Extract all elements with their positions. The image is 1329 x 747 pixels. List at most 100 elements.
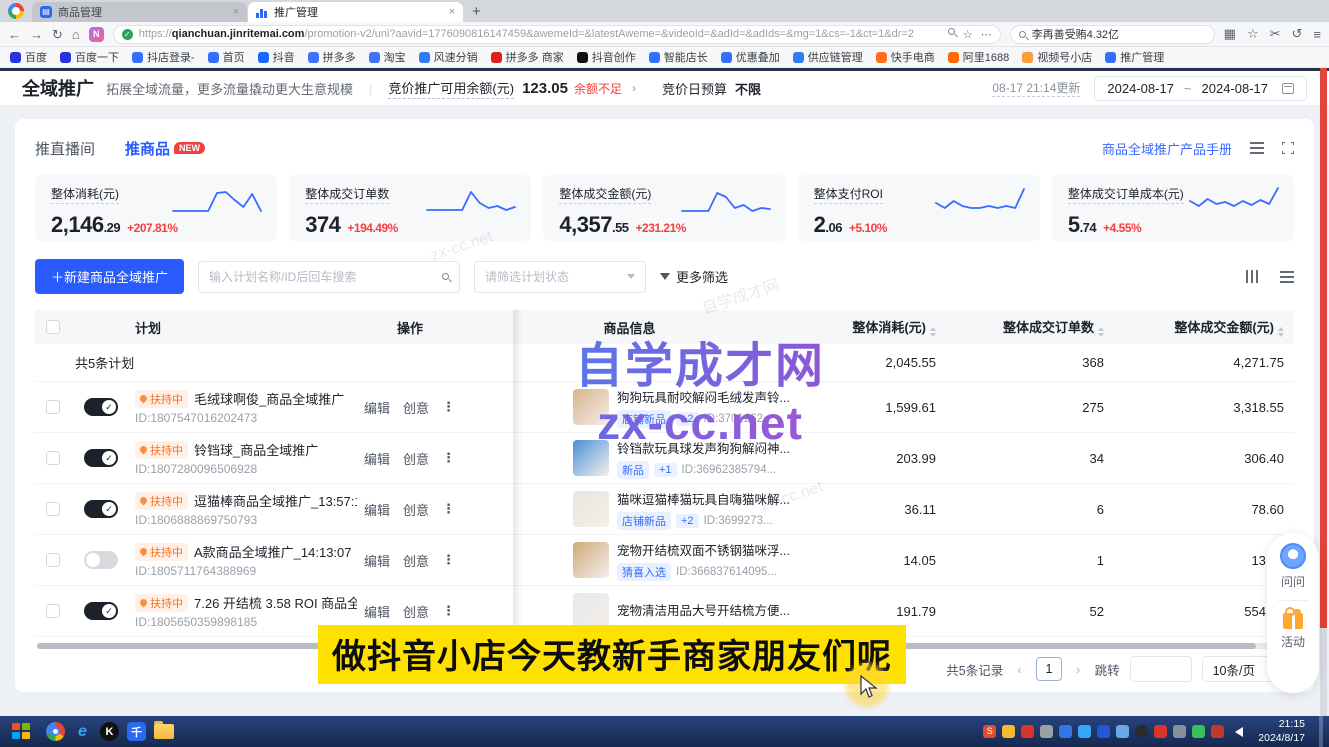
ask-label[interactable]: 问问 (1281, 573, 1305, 590)
row-toggle[interactable] (84, 551, 118, 569)
product-title[interactable]: 猫咪逗猫棒猫玩具自嗨猫咪解... (617, 489, 790, 508)
bookmark-item[interactable]: 推广管理 (1105, 49, 1164, 65)
tab-products[interactable]: 推商品NEW (125, 138, 205, 159)
header-spend[interactable]: 整体消耗(元) (800, 317, 940, 337)
gift-icon[interactable] (1283, 613, 1303, 629)
taskbar-folder-icon[interactable] (154, 724, 174, 739)
taskbar-chrome-icon[interactable] (46, 722, 65, 741)
tray-icon[interactable] (1078, 725, 1091, 738)
more-actions-icon[interactable]: ⋮ (442, 501, 456, 517)
browser-tab-2[interactable]: 推广管理 × (248, 2, 463, 22)
creative-action[interactable]: 创意 (403, 449, 429, 468)
tray-icon[interactable] (1192, 725, 1205, 738)
product-thumbnail[interactable] (573, 542, 609, 578)
product-manual-link[interactable]: 商品全域推广产品手册 (1102, 139, 1232, 158)
plan-search-input[interactable]: 输入计划名称/ID后回车搜索 (198, 261, 460, 293)
taskbar-quark-icon[interactable]: K (100, 722, 119, 741)
browser-tab-1[interactable]: ▤ 商品管理 × (32, 2, 247, 22)
tray-icon[interactable] (1173, 725, 1186, 738)
home-icon[interactable]: ⌂ (72, 28, 80, 41)
more-actions-icon[interactable]: ⋮ (442, 603, 456, 619)
balance-chevron-icon[interactable]: › (632, 81, 636, 95)
row-toggle[interactable]: ✓ (84, 398, 118, 416)
start-button[interactable] (12, 723, 32, 741)
sort-icon[interactable] (1278, 327, 1284, 337)
url-bar[interactable]: ✓ https://qianchuan.jinritemai.com/promo… (113, 25, 1001, 44)
edit-action[interactable]: 编辑 (364, 500, 390, 519)
plan-name[interactable]: 逗猫棒商品全域推广_13:57:17 (194, 491, 357, 510)
bookmark-item[interactable]: 风速分销 (419, 49, 478, 65)
product-thumbnail[interactable] (573, 491, 609, 527)
create-campaign-button[interactable]: ＋新建商品全域推广 (35, 259, 184, 294)
more-actions-icon[interactable]: ⋮ (442, 399, 456, 415)
date-range-picker[interactable]: 2024-08-17 ~ 2024-08-17 (1094, 76, 1307, 101)
taskbar-ie-icon[interactable]: e (73, 722, 92, 741)
edit-action[interactable]: 编辑 (364, 449, 390, 468)
tab1-close-icon[interactable]: × (233, 6, 239, 18)
bookmark-item[interactable]: 智能店长 (649, 49, 708, 65)
url-more-icon[interactable]: ⋯ (981, 28, 992, 41)
prev-page-button[interactable]: ‹ (1013, 661, 1026, 677)
select-all-checkbox[interactable] (46, 320, 60, 334)
bookmark-item[interactable]: 阿里1688 (948, 49, 1009, 65)
bookmark-star-icon[interactable]: ☆ (963, 28, 973, 41)
apps-grid-icon[interactable]: ▦ (1224, 26, 1236, 42)
row-toggle[interactable]: ✓ (84, 449, 118, 467)
tray-icon[interactable] (1021, 725, 1034, 738)
row-checkbox[interactable] (46, 604, 60, 618)
product-title[interactable]: 狗狗玩具耐咬解闷毛绒发声铃... (617, 387, 790, 406)
creative-action[interactable]: 创意 (403, 551, 429, 570)
plan-name[interactable]: A款商品全域推广_14:13:07 (194, 542, 352, 561)
status-filter-select[interactable]: 请筛选计划状态 (474, 261, 646, 293)
bookmark-item[interactable]: 抖店登录- (132, 49, 195, 65)
row-toggle[interactable]: ✓ (84, 500, 118, 518)
creative-action[interactable]: 创意 (403, 500, 429, 519)
plan-name[interactable]: 毛绒球啊俊_商品全域推广 (194, 389, 344, 408)
browser-extension-icon[interactable]: N (89, 27, 104, 42)
product-thumbnail[interactable] (573, 593, 609, 629)
volume-icon[interactable] (1235, 727, 1243, 737)
tray-icon[interactable] (1059, 725, 1072, 738)
reload-icon[interactable]: ↻ (52, 28, 63, 41)
plan-name[interactable]: 铃铛球_商品全域推广 (194, 440, 318, 459)
row-checkbox[interactable] (46, 553, 60, 567)
row-checkbox[interactable] (46, 400, 60, 414)
zoom-icon[interactable] (948, 28, 955, 35)
sort-icon[interactable] (1098, 327, 1104, 337)
plan-name[interactable]: 7.26 开结梳 3.58 ROI 商品全域... (194, 593, 357, 612)
jump-page-input[interactable] (1130, 656, 1192, 682)
product-thumbnail[interactable] (573, 440, 609, 476)
settings-sliders-icon[interactable] (1250, 142, 1264, 154)
tray-icon[interactable] (1097, 725, 1110, 738)
bookmark-item[interactable]: 首页 (208, 49, 245, 65)
taskbar-clock[interactable]: 21:15 2024/8/17 (1258, 718, 1305, 744)
product-thumbnail[interactable] (573, 389, 609, 425)
bookmark-item[interactable]: 淘宝 (369, 49, 406, 65)
menu-icon[interactable]: ≡ (1313, 27, 1321, 42)
back-icon[interactable]: ← (8, 28, 21, 41)
tray-icon[interactable] (1211, 725, 1224, 738)
filter-settings-icon[interactable] (1280, 271, 1294, 283)
sort-icon[interactable] (930, 327, 936, 337)
tray-icon[interactable] (1002, 725, 1015, 738)
edit-action[interactable]: 编辑 (364, 551, 390, 570)
bookmark-item[interactable]: 百度 (10, 49, 47, 65)
product-title[interactable]: 铃铛款玩具球发声狗狗解闷神... (617, 438, 790, 457)
header-plan[interactable]: 计划 (131, 318, 357, 337)
bookmark-item[interactable]: 抖音 (258, 49, 295, 65)
activity-label[interactable]: 活动 (1281, 633, 1305, 650)
forward-icon[interactable]: → (30, 28, 43, 41)
tab-live-room[interactable]: 推直播间 (35, 138, 95, 159)
header-amount[interactable]: 整体成交金额(元) (1108, 317, 1294, 337)
bookmark-item[interactable]: 抖音创作 (577, 49, 636, 65)
browser-search-box[interactable]: 李再善受贿4.32亿 (1010, 25, 1215, 44)
bookmark-item[interactable]: 拼多多 商家 (491, 49, 564, 65)
tray-icon[interactable] (1040, 725, 1053, 738)
edit-action[interactable]: 编辑 (364, 398, 390, 417)
tray-icon[interactable] (1154, 725, 1167, 738)
show-desktop-button[interactable] (1319, 716, 1323, 747)
product-title[interactable]: 宠物清洁用品大号开结梳方便... (617, 600, 790, 619)
product-title[interactable]: 宠物开结梳双面不锈钢猫咪浮... (617, 540, 790, 559)
bookmark-item[interactable]: 供应链管理 (793, 49, 863, 65)
creative-action[interactable]: 创意 (403, 398, 429, 417)
